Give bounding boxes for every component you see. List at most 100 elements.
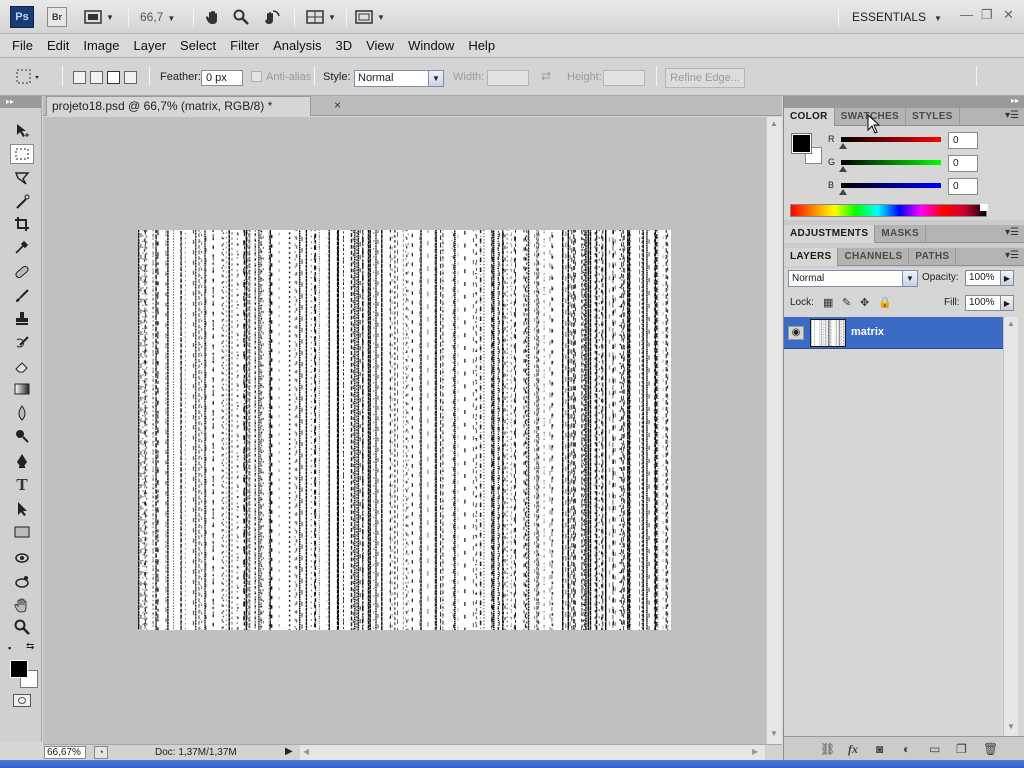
intersect-selection-button[interactable]	[124, 71, 137, 84]
quick-mask-button[interactable]	[13, 694, 31, 707]
layer-row[interactable]: ◉ matrix	[784, 317, 1003, 349]
layers-scrollbar[interactable]: ▲ ▼	[1003, 317, 1018, 737]
opacity-slider-toggle[interactable]: ▶	[1000, 270, 1014, 286]
delete-layer-trash-icon[interactable]: 🗑	[983, 742, 998, 756]
menu-file[interactable]: File	[5, 38, 40, 53]
3d-rotate-tool[interactable]	[10, 548, 34, 568]
rectangular-marquee-tool[interactable]	[10, 144, 34, 164]
scroll-up-icon[interactable]: ▲	[770, 119, 778, 128]
tab-channels[interactable]: CHANNELS	[838, 248, 910, 266]
arrange-documents-button[interactable]: ▼	[306, 8, 336, 26]
menu-layer[interactable]: Layer	[127, 38, 174, 53]
mini-bridge-button[interactable]: ▼	[84, 8, 114, 26]
eraser-tool[interactable]	[10, 356, 34, 376]
canvas-area[interactable]	[43, 117, 766, 744]
menu-3d[interactable]: 3D	[328, 38, 359, 53]
healing-brush-tool[interactable]	[10, 262, 34, 282]
blue-value-input[interactable]: 0	[948, 178, 978, 195]
lock-all-icon[interactable]: 🔒	[878, 296, 892, 309]
rotate-view-button[interactable]	[262, 8, 280, 26]
opacity-input[interactable]: 100%	[965, 270, 1001, 286]
hand-tool[interactable]	[10, 595, 34, 615]
style-select[interactable]: Normal ▼	[354, 70, 444, 87]
path-selection-tool[interactable]	[10, 499, 34, 519]
tab-adjustments[interactable]: ADJUSTMENTS	[784, 225, 876, 243]
subtract-from-selection-button[interactable]	[107, 71, 120, 84]
crop-tool[interactable]	[10, 214, 34, 234]
document-image[interactable]	[138, 230, 671, 630]
height-input[interactable]	[603, 70, 645, 86]
swap-dimensions-icon[interactable]: ⇄	[541, 69, 551, 83]
close-window-button[interactable]: ✕	[1003, 7, 1014, 23]
bridge-launch-button[interactable]: Br	[47, 7, 67, 27]
tab-color[interactable]: COLOR	[784, 108, 835, 126]
tab-layers[interactable]: LAYERS	[784, 248, 839, 266]
panel-menu-icon[interactable]: ▾☰	[1005, 110, 1019, 121]
green-value-input[interactable]: 0	[948, 155, 978, 172]
quick-selection-tool[interactable]	[10, 192, 34, 212]
menu-edit[interactable]: Edit	[40, 38, 76, 53]
red-slider[interactable]	[841, 137, 941, 142]
refine-edge-button[interactable]: Refine Edge...	[665, 68, 745, 88]
menu-analysis[interactable]: Analysis	[266, 38, 328, 53]
anti-alias-checkbox[interactable]	[251, 71, 262, 82]
zoom-tool[interactable]	[10, 617, 34, 637]
panel-menu-icon[interactable]: ▾☰	[1005, 227, 1019, 238]
close-document-icon[interactable]: ×	[334, 98, 341, 112]
screen-mode-button[interactable]: ▼	[355, 8, 385, 26]
minimize-button[interactable]: —	[960, 7, 973, 22]
restore-button[interactable]: ❐	[981, 7, 993, 23]
tab-styles[interactable]: STYLES	[906, 108, 960, 126]
new-selection-button[interactable]	[73, 71, 86, 84]
scroll-up-icon[interactable]: ▲	[1007, 319, 1015, 328]
layer-name[interactable]: matrix	[851, 326, 884, 338]
blue-slider-handle[interactable]	[839, 189, 847, 195]
status-info-button[interactable]: ◔	[94, 746, 108, 759]
history-brush-tool[interactable]	[10, 333, 34, 353]
panel-foreground-swatch[interactable]	[791, 133, 812, 154]
status-menu-arrow-icon[interactable]: ▶	[285, 746, 293, 757]
scroll-right-icon[interactable]: ▶	[752, 747, 758, 756]
fill-input[interactable]: 100%	[965, 295, 1001, 311]
menu-window[interactable]: Window	[401, 38, 461, 53]
scroll-left-icon[interactable]: ◀	[303, 747, 309, 756]
gradient-tool[interactable]	[10, 379, 34, 399]
layer-style-fx-icon[interactable]: fx	[848, 742, 858, 757]
menu-help[interactable]: Help	[461, 38, 502, 53]
canvas-vertical-scrollbar[interactable]: ▲ ▼	[766, 117, 782, 744]
red-value-input[interactable]: 0	[948, 132, 978, 149]
menu-filter[interactable]: Filter	[223, 38, 266, 53]
fill-slider-toggle[interactable]: ▶	[1000, 295, 1014, 311]
lock-image-pixels-icon[interactable]: ✎	[842, 296, 851, 309]
swap-colors-icon[interactable]: ⇆	[26, 641, 34, 652]
width-input[interactable]	[487, 70, 529, 86]
layer-visibility-eye-icon[interactable]: ◉	[788, 326, 804, 340]
zoom-percent-field[interactable]: 66,67%	[44, 746, 86, 759]
eyedropper-tool[interactable]	[10, 237, 34, 257]
3d-orbit-tool[interactable]	[10, 572, 34, 592]
blend-mode-select[interactable]: Normal ▼	[788, 270, 918, 287]
add-mask-icon[interactable]: ◙	[876, 742, 883, 756]
canvas-horizontal-scrollbar[interactable]: ◀ ▶	[300, 745, 765, 760]
menu-select[interactable]: Select	[173, 38, 223, 53]
link-layers-icon[interactable]: ⛓	[820, 742, 835, 756]
zoom-level-select[interactable]: 66,7 ▼	[140, 10, 175, 24]
panel-menu-icon[interactable]: ▾☰	[1005, 250, 1019, 261]
move-tool[interactable]	[10, 120, 34, 140]
tools-collapse-handle[interactable]: ▸▸	[0, 96, 41, 108]
collapse-panels-icon[interactable]: ▸▸	[1011, 96, 1019, 105]
new-layer-icon[interactable]: ❐	[956, 742, 967, 756]
workspace-switcher[interactable]: ESSENTIALS ▼	[852, 10, 942, 24]
add-to-selection-button[interactable]	[90, 71, 103, 84]
feather-input[interactable]: 0 px	[201, 70, 243, 86]
hand-tool-button[interactable]	[205, 8, 221, 26]
default-colors-icon[interactable]: ▪	[8, 643, 11, 653]
tab-masks[interactable]: MASKS	[875, 225, 926, 243]
zoom-tool-button[interactable]	[233, 8, 249, 26]
spectrum-white-swatch[interactable]	[980, 204, 988, 211]
lock-position-icon[interactable]: ✥	[860, 296, 869, 309]
new-group-folder-icon[interactable]: ▭	[929, 742, 940, 756]
pen-tool[interactable]	[10, 451, 34, 471]
color-spectrum-ramp[interactable]	[790, 204, 987, 217]
menu-image[interactable]: Image	[76, 38, 126, 53]
